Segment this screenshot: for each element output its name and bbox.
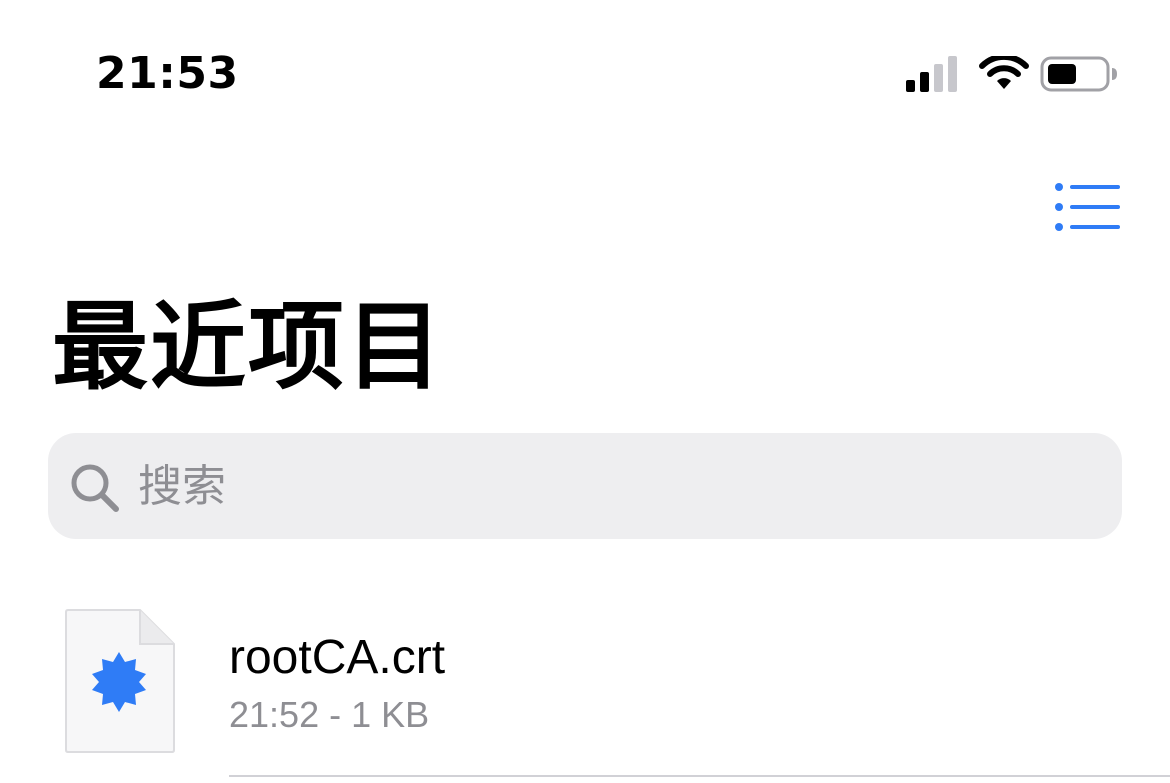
status-icons xyxy=(906,56,1118,92)
page-title: 最近项目 xyxy=(52,291,444,403)
file-name: rootCA.crt xyxy=(229,631,446,684)
search-input[interactable] xyxy=(138,451,1098,521)
battery-icon xyxy=(1040,56,1117,92)
list-view-button[interactable] xyxy=(1050,180,1122,234)
cellular-signal-icon xyxy=(906,56,957,92)
wifi-icon xyxy=(979,56,1029,89)
list-bullets-icon xyxy=(1055,183,1120,231)
row-separator xyxy=(229,775,1170,777)
file-meta: 21:52 - 1 KB xyxy=(229,694,430,735)
search-bar[interactable] xyxy=(48,433,1122,539)
file-row[interactable]: rootCA.crt 21:52 - 1 KB xyxy=(0,600,1170,783)
certificate-file-icon xyxy=(65,609,175,753)
search-icon xyxy=(71,464,119,512)
files-recents-screen: 21:53 最近项目 搜索 rootCA.crt 21:52 - 1 KB xyxy=(0,0,1170,783)
status-time: 21:53 xyxy=(96,48,239,99)
